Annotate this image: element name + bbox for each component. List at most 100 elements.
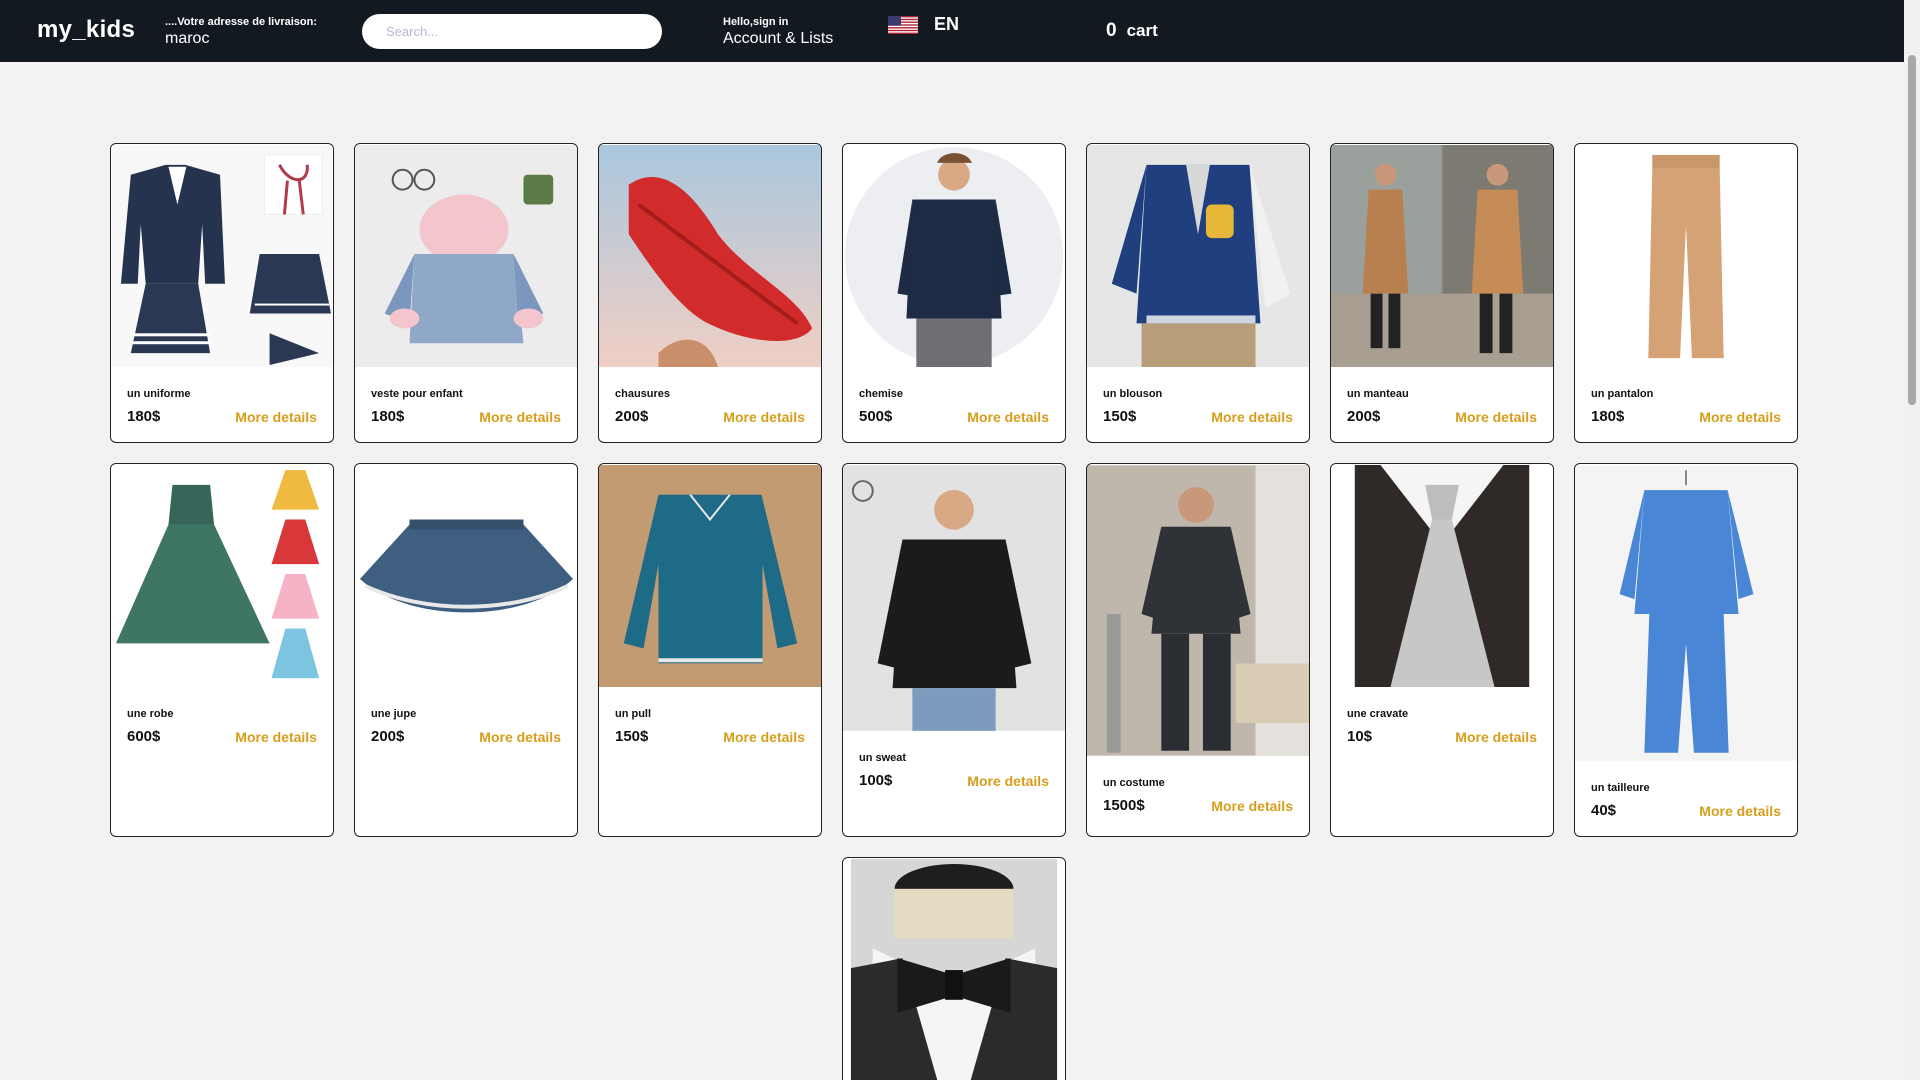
product-image	[1331, 144, 1553, 368]
product-price: 1500$	[1103, 797, 1145, 814]
more-details-link[interactable]: More details	[1455, 409, 1537, 425]
cart-count: 0	[1106, 20, 1117, 41]
product-card[interactable]: une cravate 10$ More details	[1330, 463, 1554, 837]
coat-model-image	[1331, 145, 1553, 367]
product-price: 600$	[127, 728, 161, 745]
top-navigation-bar: my_kids ....Votre adresse de livraison: …	[0, 0, 1920, 62]
more-details-link[interactable]: More details	[1455, 729, 1537, 745]
product-price: 180$	[371, 408, 405, 425]
womens-suit-image	[1575, 465, 1797, 761]
product-name: veste pour enfant	[371, 388, 463, 400]
product-price: 180$	[127, 408, 161, 425]
sweater-image	[599, 465, 821, 687]
more-details-link[interactable]: More details	[1699, 803, 1781, 819]
account-menu[interactable]: Hello,sign in Account & Lists	[723, 16, 833, 49]
product-card[interactable]	[842, 857, 1066, 1080]
suit-model-image	[1087, 465, 1309, 756]
product-card[interactable]: un blouson 150$ More details	[1086, 143, 1310, 443]
product-image	[111, 144, 333, 368]
product-price: 150$	[1103, 408, 1137, 425]
product-image	[355, 144, 577, 368]
product-image	[1331, 464, 1553, 688]
product-name: un blouson	[1103, 388, 1163, 400]
product-name: chemise	[859, 388, 904, 400]
product-card[interactable]: un tailleure 40$ More details	[1574, 463, 1798, 837]
more-details-link[interactable]: More details	[723, 409, 805, 425]
more-details-link[interactable]: More details	[1211, 409, 1293, 425]
delivery-address-label: ....Votre adresse de livraison:	[165, 16, 318, 28]
product-card[interactable]: chemise 500$ More details	[842, 143, 1066, 443]
more-details-link[interactable]: More details	[235, 409, 317, 425]
product-name: un costume	[1103, 777, 1165, 789]
product-card[interactable]: un pull 150$ More details	[598, 463, 822, 837]
product-card[interactable]: un uniforme 180$ More details	[110, 143, 334, 443]
product-price: 180$	[1591, 408, 1625, 425]
search-input[interactable]	[362, 14, 662, 49]
hoodie-model-image	[843, 465, 1065, 731]
language-selector[interactable]: EN	[888, 14, 959, 35]
product-image	[599, 144, 821, 368]
product-name: un sweat	[859, 752, 907, 764]
more-details-link[interactable]: More details	[723, 729, 805, 745]
delivery-address[interactable]: ....Votre adresse de livraison: maroc	[165, 16, 317, 49]
product-image	[1087, 144, 1309, 368]
more-details-link[interactable]: More details	[479, 409, 561, 425]
product-image	[843, 464, 1065, 732]
product-price: 10$	[1347, 728, 1373, 745]
trousers-image	[1575, 145, 1797, 367]
page-scrollbar[interactable]	[1904, 0, 1920, 1080]
us-flag-icon	[888, 15, 918, 34]
product-card[interactable]: un costume 1500$ More details	[1086, 463, 1310, 837]
product-price: 40$	[1591, 802, 1617, 819]
product-name: une robe	[127, 708, 174, 720]
account-greeting: Hello,sign in	[723, 16, 789, 28]
product-price: 500$	[859, 408, 893, 425]
product-image	[111, 464, 333, 688]
product-image	[355, 464, 577, 688]
more-details-link[interactable]: More details	[1699, 409, 1781, 425]
sneaker-image	[599, 145, 821, 367]
product-name: un uniforme	[127, 388, 191, 400]
cart-label: cart	[1126, 21, 1158, 40]
product-name: un tailleure	[1591, 782, 1650, 794]
product-image	[1087, 464, 1309, 757]
product-card[interactable]: chausures 200$ More details	[598, 143, 822, 443]
product-card[interactable]: une robe 600$ More details	[110, 463, 334, 837]
product-card[interactable]: une jupe 200$ More details	[354, 463, 578, 837]
product-card[interactable]: veste pour enfant 180$ More details	[354, 143, 578, 443]
dress-image	[111, 465, 333, 687]
varsity-jacket-image	[1087, 145, 1309, 367]
product-name: un pull	[615, 708, 652, 720]
school-uniform-image	[111, 145, 333, 367]
bow-tie-image	[843, 859, 1065, 1080]
more-details-link[interactable]: More details	[967, 773, 1049, 789]
delivery-address-value: maroc	[165, 30, 210, 47]
product-card[interactable]: un sweat 100$ More details	[842, 463, 1066, 837]
product-image	[843, 858, 1065, 1080]
language-label: EN	[934, 14, 960, 34]
product-price: 100$	[859, 772, 893, 789]
product-card[interactable]: un pantalon 180$ More details	[1574, 143, 1798, 443]
product-price: 200$	[1347, 408, 1381, 425]
kids-jacket-image	[355, 145, 577, 367]
cart-button[interactable]: 0 cart	[1106, 20, 1158, 42]
product-price: 200$	[371, 728, 405, 745]
scrollbar-thumb[interactable]	[1908, 55, 1916, 405]
more-details-link[interactable]: More details	[1211, 798, 1293, 814]
product-price: 200$	[615, 408, 649, 425]
more-details-link[interactable]: More details	[967, 409, 1049, 425]
product-image	[1575, 464, 1797, 762]
product-price: 150$	[615, 728, 649, 745]
site-logo[interactable]: my_kids	[37, 16, 135, 44]
shirt-model-image	[843, 145, 1065, 367]
product-name: un pantalon	[1591, 388, 1654, 400]
more-details-link[interactable]: More details	[235, 729, 317, 745]
skirt-image	[355, 465, 577, 687]
product-card[interactable]: un manteau 200$ More details	[1330, 143, 1554, 443]
more-details-link[interactable]: More details	[479, 729, 561, 745]
product-name: un manteau	[1347, 388, 1409, 400]
product-image	[1575, 144, 1797, 368]
product-name: une cravate	[1347, 708, 1409, 720]
product-image	[599, 464, 821, 688]
product-name: chausures	[615, 388, 671, 400]
